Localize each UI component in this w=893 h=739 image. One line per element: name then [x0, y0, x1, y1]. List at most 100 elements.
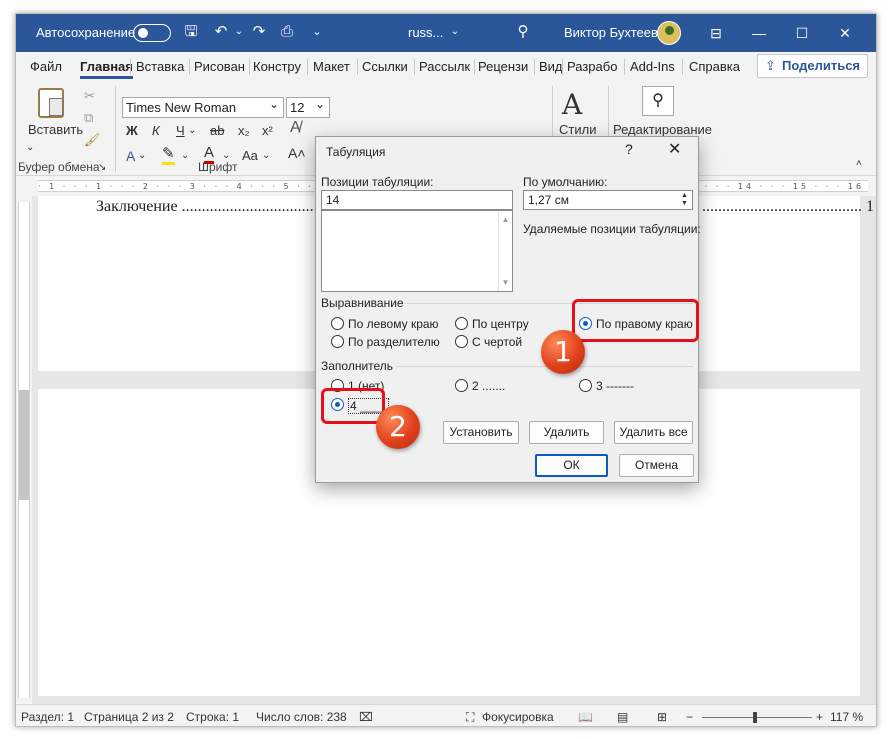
- help-button[interactable]: ?: [625, 141, 633, 157]
- paste-dropdown-icon[interactable]: ⌄: [26, 140, 34, 156]
- superscript-button[interactable]: x²: [262, 123, 273, 139]
- align-center-radio[interactable]: [455, 317, 468, 330]
- list-scrollbar[interactable]: ▲ ▼: [498, 211, 512, 291]
- underline-button[interactable]: Ч: [176, 123, 185, 139]
- proofing-icon[interactable]: ⌧: [359, 710, 373, 724]
- word-count[interactable]: Число слов: 238: [256, 710, 347, 724]
- zoom-out-icon[interactable]: −: [686, 710, 693, 724]
- highlight-icon[interactable]: ✎: [162, 146, 175, 165]
- focus-button[interactable]: Фокусировка: [482, 710, 554, 724]
- tab-addins[interactable]: Add-Ins: [630, 59, 675, 74]
- redo-icon[interactable]: ↷: [250, 23, 268, 41]
- share-button[interactable]: Поделиться: [757, 54, 868, 78]
- page-indicator[interactable]: Страница 2 из 2: [84, 710, 174, 724]
- line-indicator[interactable]: Строка: 1: [186, 710, 239, 724]
- save-icon[interactable]: 🖫: [182, 23, 200, 41]
- user-name[interactable]: Виктор Бухтеев: [564, 25, 658, 40]
- read-mode-icon[interactable]: 📖: [578, 710, 593, 724]
- leader-dots-label[interactable]: 2 .......: [472, 379, 505, 393]
- tab-draw[interactable]: Рисован: [194, 59, 245, 74]
- default-stops-input[interactable]: 1,27 см ▲ ▼: [523, 190, 693, 210]
- highlight-dropdown-icon[interactable]: ⌄: [181, 148, 189, 164]
- spinner-icon[interactable]: ▲ ▼: [678, 192, 691, 208]
- tab-review[interactable]: Рецензи: [478, 59, 528, 74]
- tab-references[interactable]: Ссылки: [362, 59, 408, 74]
- web-layout-icon[interactable]: ⊞: [657, 710, 667, 724]
- cancel-button[interactable]: Отмена: [619, 454, 694, 477]
- scroll-down-icon[interactable]: ▼: [499, 278, 512, 287]
- align-center-label[interactable]: По центру: [472, 317, 529, 331]
- undo-icon[interactable]: ↶: [212, 23, 230, 41]
- focus-icon[interactable]: ⛶: [466, 710, 474, 725]
- find-icon[interactable]: ⚲: [642, 86, 674, 116]
- strikethrough-button[interactable]: ab: [210, 123, 224, 139]
- doc-name-dropdown-icon[interactable]: ⌄: [446, 23, 464, 41]
- zoom-in-icon[interactable]: +: [816, 710, 823, 724]
- text-effects-dropdown-icon[interactable]: ⌄: [138, 148, 146, 164]
- tab-positions-list[interactable]: ▲ ▼: [321, 210, 513, 292]
- align-left-radio[interactable]: [331, 317, 344, 330]
- dialog-close-button[interactable]: ✕: [668, 139, 681, 159]
- leader-dashes-radio[interactable]: [579, 379, 592, 392]
- align-decimal-label[interactable]: По разделителю: [348, 335, 440, 349]
- ok-button[interactable]: ОК: [535, 454, 608, 477]
- collapse-ribbon-icon[interactable]: ˄: [856, 156, 862, 172]
- underline-dropdown-icon[interactable]: ⌄: [188, 123, 196, 139]
- vertical-ruler[interactable]: [18, 202, 30, 698]
- italic-button[interactable]: К: [152, 123, 160, 139]
- text-effects-icon[interactable]: A: [126, 148, 135, 164]
- tab-insert[interactable]: Вставка: [136, 59, 184, 74]
- autosave-toggle[interactable]: [133, 24, 171, 42]
- customize-qat-icon[interactable]: ⌄: [308, 23, 326, 41]
- align-bar-label[interactable]: С чертой: [472, 335, 522, 349]
- align-bar-radio[interactable]: [455, 335, 468, 348]
- font-name-combo[interactable]: Times New Roman: [122, 95, 284, 118]
- bold-button[interactable]: Ж: [126, 123, 138, 139]
- tab-developer[interactable]: Разрабо: [567, 59, 617, 74]
- tab-mailings[interactable]: Рассылк: [419, 59, 470, 74]
- paste-icon[interactable]: [38, 88, 64, 118]
- leader-dots-radio[interactable]: [455, 379, 468, 392]
- change-case-button[interactable]: Aa: [242, 148, 258, 164]
- tab-layout[interactable]: Макет: [313, 59, 350, 74]
- ribbon-display-icon[interactable]: ⊟: [696, 18, 736, 48]
- leader-dashes-label[interactable]: 3 -------: [596, 379, 634, 393]
- font-size-combo[interactable]: 12: [286, 95, 330, 118]
- cut-icon[interactable]: ✂: [84, 88, 95, 104]
- scroll-up-icon[interactable]: ▲: [499, 215, 512, 224]
- minimize-icon[interactable]: —: [739, 18, 779, 48]
- tab-file[interactable]: Файл: [30, 59, 62, 74]
- change-case-dropdown-icon[interactable]: ⌄: [262, 148, 270, 164]
- zoom-slider-thumb[interactable]: [753, 712, 757, 723]
- copy-icon[interactable]: ⧉: [84, 110, 93, 126]
- toc-entry-text[interactable]: Заключение .............................…: [96, 198, 338, 216]
- section-indicator[interactable]: Раздел: 1: [21, 710, 74, 724]
- search-icon[interactable]: ⚲: [514, 23, 532, 41]
- subscript-button[interactable]: x₂: [238, 123, 250, 139]
- print-layout-icon[interactable]: ▤: [617, 710, 628, 724]
- grow-font-icon[interactable]: A˄: [288, 145, 306, 161]
- toc-entry-page[interactable]: ........................................…: [702, 198, 874, 216]
- set-button[interactable]: Установить: [443, 421, 519, 444]
- clear-button[interactable]: Удалить: [529, 421, 604, 444]
- document-name[interactable]: russ...: [408, 25, 443, 40]
- tab-view[interactable]: Вид: [539, 59, 563, 74]
- paste-label[interactable]: Вставить: [28, 122, 83, 138]
- undo-dropdown-icon[interactable]: ⌄: [230, 23, 248, 41]
- tab-help[interactable]: Справка: [689, 59, 740, 74]
- tab-position-input[interactable]: 14: [321, 190, 513, 210]
- close-icon[interactable]: ✕: [825, 18, 865, 48]
- clear-all-button[interactable]: Удалить все: [614, 421, 693, 444]
- tab-design[interactable]: Констру: [253, 59, 301, 74]
- maximize-icon[interactable]: ☐: [782, 18, 822, 48]
- align-decimal-radio[interactable]: [331, 335, 344, 348]
- format-painter-icon[interactable]: 🖌: [84, 132, 101, 148]
- clipboard-launcher-icon[interactable]: ↘: [98, 160, 106, 176]
- tab-home[interactable]: Главная: [80, 59, 133, 79]
- align-left-label[interactable]: По левому краю: [348, 317, 439, 331]
- avatar[interactable]: [657, 21, 681, 45]
- print-icon[interactable]: ⎙: [278, 23, 296, 41]
- zoom-slider[interactable]: [702, 717, 812, 718]
- clear-formatting-icon[interactable]: A̸: [290, 120, 301, 136]
- styles-icon[interactable]: A: [562, 88, 582, 121]
